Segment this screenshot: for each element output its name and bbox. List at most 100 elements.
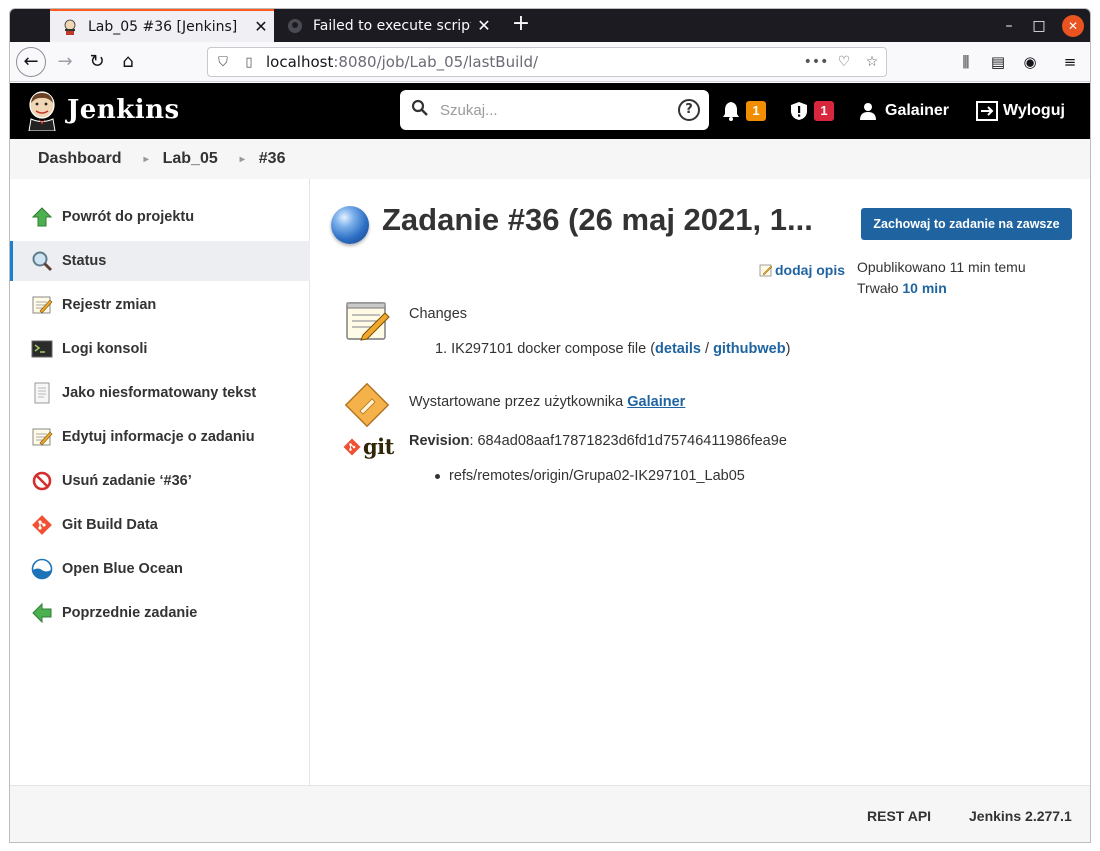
sidebar-item-label: Status [62, 253, 107, 269]
rest-api-link[interactable]: REST API [867, 808, 931, 824]
sidebar-item-blue-ocean[interactable]: Open Blue Ocean [10, 549, 310, 589]
user-link[interactable]: Galainer [859, 83, 949, 139]
published-time: Opublikowano 11 min temu [857, 259, 1026, 275]
library-icon[interactable]: ⫼ [952, 47, 980, 77]
sidebar-item-label: Poprzednie zadanie [62, 605, 198, 621]
sidebar-item-back-to-project[interactable]: Powrót do projektu [10, 197, 310, 237]
sidebar-item-label: Logi konsoli [62, 341, 148, 357]
tab-github[interactable]: Failed to execute script d ✕ [275, 9, 497, 42]
breadcrumb-build[interactable]: #36 [259, 150, 286, 168]
breadcrumb-dashboard[interactable]: Dashboard [38, 150, 122, 168]
details-link[interactable]: details [655, 341, 701, 357]
tab-close-icon[interactable]: ✕ [248, 17, 274, 36]
ref-name: refs/remotes/origin/Grupa02-IK297101_Lab… [449, 468, 745, 484]
shield-icon[interactable]: ⛉ [212, 55, 234, 70]
sidebar-item-label: Powrót do projektu [62, 209, 195, 225]
sidebar-item-edit-build-info[interactable]: Edytuj informacje o zadaniu [10, 417, 310, 457]
git-logo: git [343, 434, 394, 459]
footer: REST API Jenkins 2.277.1 [10, 785, 1090, 842]
github-favicon-icon [288, 18, 302, 33]
back-icon[interactable]: ← [16, 47, 46, 77]
build-meta: Opublikowano 11 min temu Trwało 10 min [857, 257, 1026, 299]
bullet-icon [435, 473, 440, 479]
url-text[interactable]: localhost:8080/job/Lab_05/lastBuild/ [266, 53, 802, 71]
tab-title: Lab_05 #36 [Jenkins] [88, 18, 238, 35]
build-status-ball-icon [331, 206, 369, 244]
list-item: refs/remotes/origin/Grupa02-IK297101_Lab… [435, 468, 745, 484]
jenkins-favicon-icon [64, 19, 76, 35]
logout-link[interactable]: Wyloguj [976, 83, 1065, 139]
terminal-icon [31, 338, 53, 360]
help-icon[interactable]: ? [678, 99, 700, 121]
url-bar[interactable]: ⛉ ▯ localhost:8080/job/Lab_05/lastBuild/… [207, 47, 887, 77]
menu-icon[interactable]: ≡ [1056, 47, 1084, 77]
sidebar-item-label: Git Build Data [62, 517, 158, 533]
sidebar-item-plain-text[interactable]: Jako niesformatowany tekst [10, 373, 310, 413]
forward-icon[interactable]: → [50, 47, 80, 77]
window-close-icon[interactable]: ✕ [1062, 15, 1084, 37]
home-icon[interactable]: ⌂ [113, 47, 143, 77]
notepad-icon [31, 294, 53, 316]
navigation-bar: ← → ↻ ⌂ ⛉ ▯ localhost:8080/job/Lab_05/la… [10, 42, 1090, 82]
page-icon: ▯ [245, 54, 253, 70]
browser-window: Lab_05 #36 [Jenkins] ✕ Failed to execute… [9, 8, 1091, 843]
search-box: ? [400, 90, 709, 130]
user-icon [860, 103, 876, 120]
maximize-icon[interactable]: □ [1028, 15, 1050, 37]
sidebar-item-label: Rejestr zmian [62, 297, 157, 313]
bell-icon [723, 102, 739, 121]
started-by-user-link[interactable]: Galainer [627, 394, 685, 410]
sidebar-item-console[interactable]: Logi konsoli [10, 329, 310, 369]
change-item: 1. IK297101 docker compose file (details… [435, 341, 791, 357]
revision-hash: : 684ad08aaf17871823d6fd1d75746411986fea… [469, 433, 787, 449]
sidebar-item-status[interactable]: Status [10, 241, 310, 281]
sidebar-item-label: Usuń zadanie ‘#36’ [62, 473, 192, 489]
githubweb-link[interactable]: githubweb [713, 341, 786, 357]
bookmark-star-icon[interactable]: ☆ [858, 54, 886, 70]
pocket-icon[interactable]: ♡ [830, 54, 858, 70]
notifications-badge: 1 [746, 101, 766, 121]
sidebar: Powrót do projektu Status Rejestr zmian … [10, 179, 310, 785]
page-title: Zadanie #36 (26 maj 2021, 1... [382, 202, 813, 237]
jenkins-version-link[interactable]: Jenkins 2.277.1 [969, 808, 1072, 824]
tab-close-icon[interactable]: ✕ [471, 16, 497, 35]
account-icon[interactable]: ◉ [1016, 47, 1044, 77]
security-button[interactable]: 1 [790, 83, 834, 139]
tab-bar: Lab_05 #36 [Jenkins] ✕ Failed to execute… [10, 9, 1090, 42]
search-input[interactable] [440, 101, 678, 119]
notifications-button[interactable]: 1 [722, 83, 766, 139]
changes-title: Changes [409, 306, 468, 322]
add-description-link[interactable]: dodaj opis [759, 262, 845, 278]
jenkins-title[interactable]: Jenkins [67, 95, 180, 125]
sidebar-item-changes[interactable]: Rejestr zmian [10, 285, 310, 325]
sidebar-icon[interactable]: ▤ [984, 47, 1012, 77]
page-actions-icon[interactable]: ••• [802, 54, 830, 70]
duration-link[interactable]: 10 min [902, 280, 946, 296]
logout-icon [976, 101, 998, 121]
jenkins-logo-icon[interactable] [24, 91, 60, 131]
jenkins-header: Jenkins ? 1 1 Galainer Wyloguj [10, 83, 1090, 139]
document-icon [31, 382, 53, 404]
notepad-icon [346, 302, 390, 341]
blue-ocean-icon [31, 558, 53, 580]
security-badge: 1 [814, 101, 834, 121]
shield-alert-icon [791, 102, 807, 120]
revision: Revision: 684ad08aaf17871823d6fd1d757464… [409, 433, 787, 449]
sidebar-item-delete-build[interactable]: Usuń zadanie ‘#36’ [10, 461, 310, 501]
left-arrow-icon [31, 602, 53, 624]
sidebar-item-git-build-data[interactable]: Git Build Data [10, 505, 310, 545]
started-by: Wystartowane przez użytkownika Galainer [409, 394, 686, 410]
main-content: Zadanie #36 (26 maj 2021, 1... Zachowaj … [311, 179, 1090, 785]
user-name: Galainer [885, 102, 950, 119]
reload-icon[interactable]: ↻ [82, 47, 112, 77]
sidebar-item-previous-build[interactable]: Poprzednie zadanie [10, 593, 310, 633]
keep-build-forever-button[interactable]: Zachowaj to zadanie na zawsze [861, 208, 1072, 240]
minimize-icon[interactable]: – [998, 15, 1020, 37]
logout-label: Wyloguj [1003, 102, 1065, 119]
breadcrumb-job[interactable]: Lab_05 [163, 150, 218, 168]
breadcrumb: Dashboard ▸ Lab_05 ▸ #36 [10, 139, 1090, 179]
tab-jenkins[interactable]: Lab_05 #36 [Jenkins] ✕ [50, 9, 274, 42]
git-icon [31, 514, 53, 536]
new-tab-icon[interactable]: + [508, 12, 534, 38]
no-entry-icon [31, 470, 53, 492]
